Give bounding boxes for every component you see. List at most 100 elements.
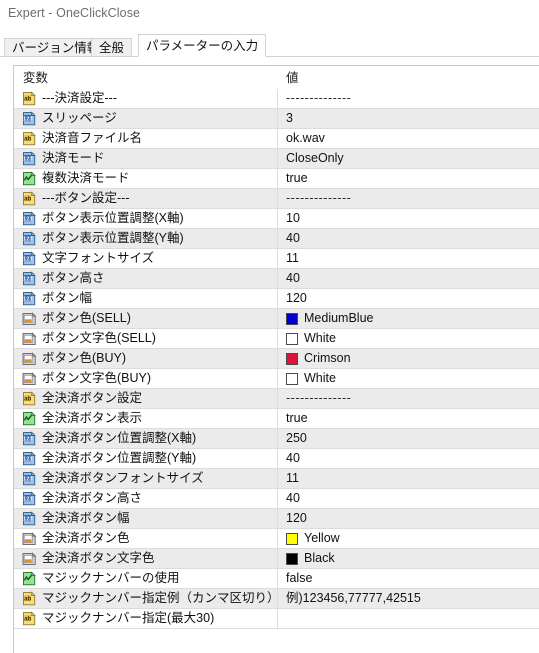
parameter-name-cell[interactable]: 123 ボタン幅 xyxy=(14,289,278,308)
parameter-name-label: 全決済ボタンフォントサイズ xyxy=(42,471,204,485)
parameter-value-cell[interactable]: Crimson xyxy=(278,349,539,368)
parameter-name-cell[interactable]: 123 全決済ボタンフォントサイズ xyxy=(14,469,278,488)
table-row[interactable]: 123 全決済ボタンフォントサイズ 11 xyxy=(14,469,539,489)
parameter-name-cell[interactable]: 123 ボタン表示位置調整(Y軸) xyxy=(14,229,278,248)
column-header-variable[interactable]: 変数 xyxy=(23,66,48,89)
parameter-value-cell[interactable]: 40 xyxy=(278,449,539,468)
parameter-name-cell[interactable]: ab マジックナンバー指定例（カンマ区切り） xyxy=(14,589,278,608)
parameter-name-cell[interactable]: ボタン色(BUY) xyxy=(14,349,278,368)
parameter-value-cell[interactable]: 120 xyxy=(278,509,539,528)
tab-general[interactable]: 全般 xyxy=(91,38,133,57)
table-row[interactable]: 123 全決済ボタン位置調整(X軸) 250 xyxy=(14,429,539,449)
parameter-value-cell[interactable]: false xyxy=(278,569,539,588)
table-row[interactable]: ボタン色(BUY) Crimson xyxy=(14,349,539,369)
parameter-name-cell[interactable]: 123 決済モード xyxy=(14,149,278,168)
parameter-name-cell[interactable]: ab 全決済ボタン設定 xyxy=(14,389,278,408)
parameter-value-cell[interactable]: true xyxy=(278,169,539,188)
parameter-value-cell[interactable]: 40 xyxy=(278,489,539,508)
parameter-value-cell[interactable]: Yellow xyxy=(278,529,539,548)
parameter-name-cell[interactable]: 123 文字フォントサイズ xyxy=(14,249,278,268)
parameter-value-cell[interactable]: 40 xyxy=(278,229,539,248)
parameter-name-cell[interactable]: ab 決済音ファイル名 xyxy=(14,129,278,148)
parameter-name-cell[interactable]: 123 全決済ボタン位置調整(Y軸) xyxy=(14,449,278,468)
table-row[interactable]: 123 文字フォントサイズ 11 xyxy=(14,249,539,269)
parameter-name-cell[interactable]: ab マジックナンバー指定(最大30) xyxy=(14,609,278,628)
table-row[interactable]: ab マジックナンバー指定(最大30) xyxy=(14,609,539,629)
parameter-name-cell[interactable]: 123 ボタン高さ xyxy=(14,269,278,288)
parameter-value-label: true xyxy=(286,411,308,425)
parameter-name-cell[interactable]: 123 全決済ボタン高さ xyxy=(14,489,278,508)
parameter-value-cell[interactable]: 120 xyxy=(278,289,539,308)
svg-text:123: 123 xyxy=(23,476,32,482)
parameter-name-cell[interactable]: ボタン文字色(SELL) xyxy=(14,329,278,348)
parameter-value-cell[interactable]: MediumBlue xyxy=(278,309,539,328)
parameter-value-cell[interactable] xyxy=(278,609,539,628)
table-row[interactable]: ab ---決済設定--- -------------- xyxy=(14,89,539,109)
parameter-value-label: 11 xyxy=(286,251,299,265)
parameter-value-cell[interactable]: 3 xyxy=(278,109,539,128)
parameter-name-cell[interactable]: 123 ボタン表示位置調整(X軸) xyxy=(14,209,278,228)
parameter-value-cell[interactable]: ok.wav xyxy=(278,129,539,148)
parameter-value-cell[interactable]: true xyxy=(278,409,539,428)
table-row[interactable]: 全決済ボタン色 Yellow xyxy=(14,529,539,549)
parameter-value-cell[interactable]: 10 xyxy=(278,209,539,228)
table-row[interactable]: マジックナンバーの使用 false xyxy=(14,569,539,589)
parameter-name-cell[interactable]: 123 スリッページ xyxy=(14,109,278,128)
parameter-value-cell[interactable]: 40 xyxy=(278,269,539,288)
table-row[interactable]: 123 スリッページ 3 xyxy=(14,109,539,129)
parameter-value-cell[interactable]: 11 xyxy=(278,249,539,268)
table-row[interactable]: ab ---ボタン設定--- -------------- xyxy=(14,189,539,209)
parameter-name-cell[interactable]: 全決済ボタン文字色 xyxy=(14,549,278,568)
parameter-name-label: 決済モード xyxy=(42,151,105,165)
table-row[interactable]: 123 全決済ボタン位置調整(Y軸) 40 xyxy=(14,449,539,469)
table-row[interactable]: 123 ボタン幅 120 xyxy=(14,289,539,309)
table-row[interactable]: 123 ボタン高さ 40 xyxy=(14,269,539,289)
table-row[interactable]: ab 決済音ファイル名 ok.wav xyxy=(14,129,539,149)
table-row[interactable]: 123 決済モード CloseOnly xyxy=(14,149,539,169)
table-row[interactable]: 複数決済モード true xyxy=(14,169,539,189)
parameter-name-cell[interactable]: 複数決済モード xyxy=(14,169,278,188)
parameter-value-label: White xyxy=(304,331,336,345)
parameter-value-cell[interactable]: Black xyxy=(278,549,539,568)
parameter-value-cell[interactable]: 250 xyxy=(278,429,539,448)
svg-text:123: 123 xyxy=(23,496,32,502)
parameter-value-cell[interactable]: -------------- xyxy=(278,389,539,408)
parameter-name-cell[interactable]: ボタン文字色(BUY) xyxy=(14,369,278,388)
string-param-icon: ab xyxy=(21,610,37,627)
parameter-value-cell[interactable]: CloseOnly xyxy=(278,149,539,168)
parameter-grid[interactable]: 変数 値 ab ---決済設定--- -------------- 123 スリッページ… xyxy=(13,65,539,653)
parameter-value-label: 40 xyxy=(286,451,300,465)
table-row[interactable]: ボタン文字色(SELL) White xyxy=(14,329,539,349)
parameter-name-cell[interactable]: 全決済ボタン色 xyxy=(14,529,278,548)
color-swatch xyxy=(286,312,298,325)
parameter-value-cell[interactable]: 11 xyxy=(278,469,539,488)
parameter-name-cell[interactable]: ab ---決済設定--- xyxy=(14,89,278,108)
table-row[interactable]: ab マジックナンバー指定例（カンマ区切り） 例)123456,77777,4251… xyxy=(14,589,539,609)
table-row[interactable]: ab 全決済ボタン設定 -------------- xyxy=(14,389,539,409)
table-row[interactable]: ボタン色(SELL) MediumBlue xyxy=(14,309,539,329)
parameter-name-cell[interactable]: ab ---ボタン設定--- xyxy=(14,189,278,208)
table-row[interactable]: 123 全決済ボタン高さ 40 xyxy=(14,489,539,509)
column-header-value[interactable]: 値 xyxy=(286,66,299,89)
table-row[interactable]: 123 ボタン表示位置調整(Y軸) 40 xyxy=(14,229,539,249)
parameter-name-cell[interactable]: 123 全決済ボタン位置調整(X軸) xyxy=(14,429,278,448)
table-row[interactable]: 123 ボタン表示位置調整(X軸) 10 xyxy=(14,209,539,229)
table-row[interactable]: 全決済ボタン文字色 Black xyxy=(14,549,539,569)
svg-text:123: 123 xyxy=(23,516,32,522)
parameter-name-cell[interactable]: マジックナンバーの使用 xyxy=(14,569,278,588)
color-param-icon xyxy=(21,551,37,567)
table-row[interactable]: 全決済ボタン表示 true xyxy=(14,409,539,429)
parameter-name-cell[interactable]: ボタン色(SELL) xyxy=(14,309,278,328)
table-row[interactable]: ボタン文字色(BUY) White xyxy=(14,369,539,389)
parameter-name-label: 複数決済モード xyxy=(42,171,130,185)
tab-parameter-input[interactable]: パラメーターの入力 xyxy=(138,34,267,57)
parameter-name-cell[interactable]: 全決済ボタン表示 xyxy=(14,409,278,428)
parameter-value-cell[interactable]: White xyxy=(278,329,539,348)
parameter-name-cell[interactable]: 123 全決済ボタン幅 xyxy=(14,509,278,528)
parameter-value-cell[interactable]: -------------- xyxy=(278,89,539,108)
table-row[interactable]: 123 全決済ボタン幅 120 xyxy=(14,509,539,529)
parameter-value-cell[interactable]: -------------- xyxy=(278,189,539,208)
parameter-value-cell[interactable]: 例)123456,77777,42515 xyxy=(278,589,539,608)
parameter-value-cell[interactable]: White xyxy=(278,369,539,388)
parameter-value-label: 40 xyxy=(286,491,300,505)
